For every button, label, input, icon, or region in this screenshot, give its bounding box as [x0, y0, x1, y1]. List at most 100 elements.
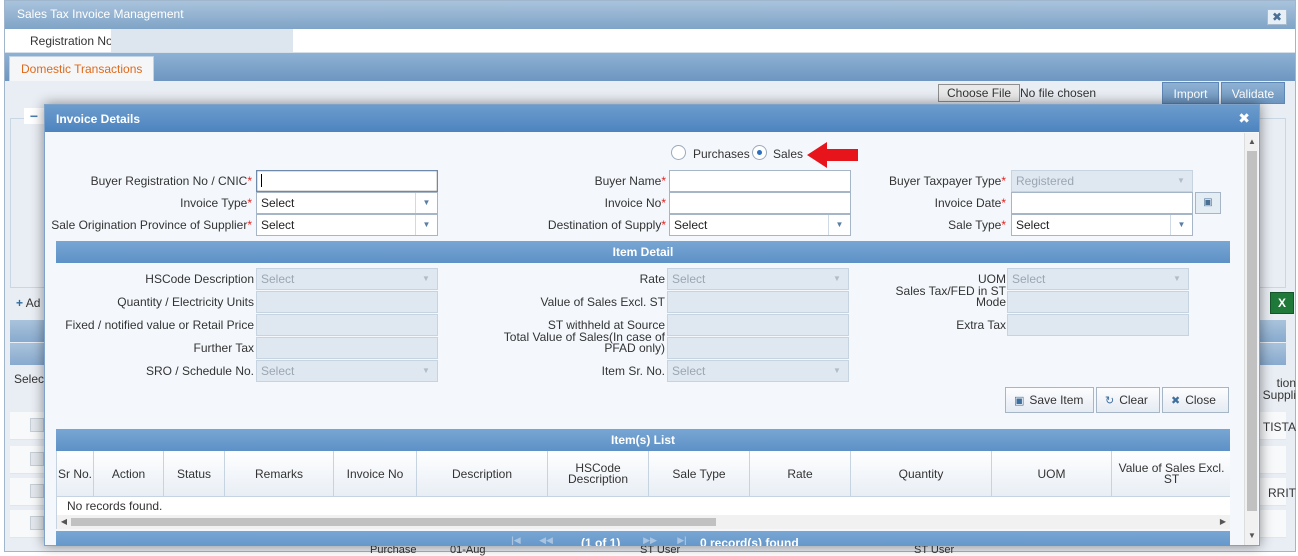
- scroll-left-icon[interactable]: ◀: [57, 515, 71, 529]
- window-close-icon[interactable]: ✖: [1267, 9, 1287, 25]
- total-value-input[interactable]: [667, 337, 849, 359]
- excel-export-icon[interactable]: X: [1270, 292, 1294, 314]
- sale-type-value: Select: [1016, 218, 1050, 232]
- destination-select[interactable]: Select ▼: [669, 214, 851, 236]
- red-arrow-icon: [807, 142, 858, 168]
- uom-select[interactable]: Select ▼: [1007, 268, 1189, 290]
- scroll-down-icon[interactable]: ▼: [1245, 529, 1259, 543]
- hscode-description-select[interactable]: Select ▼: [256, 268, 438, 290]
- column-header[interactable]: Invoice No: [334, 451, 417, 497]
- background-col-text-2: Suppli: [1262, 388, 1296, 402]
- save-item-label: Save Item: [1029, 393, 1084, 407]
- buyer-name-label: Buyer Name*: [594, 174, 666, 188]
- save-item-button[interactable]: ▣ Save Item: [1005, 387, 1094, 413]
- refresh-icon: ↻: [1105, 395, 1115, 407]
- further-tax-input[interactable]: [256, 337, 438, 359]
- dialog-body: Purchases Sales Buyer Registration No / …: [45, 132, 1245, 546]
- registration-row: Registration No: [5, 29, 1295, 53]
- item-sr-no-select[interactable]: Select ▼: [667, 360, 849, 382]
- fixed-value-input[interactable]: [256, 314, 438, 336]
- calendar-icon[interactable]: ▣: [1195, 192, 1221, 214]
- column-header[interactable]: Description: [417, 451, 548, 497]
- dialog-vertical-scrollbar[interactable]: ▲ ▼: [1244, 133, 1258, 545]
- column-header[interactable]: HSCode Description: [548, 451, 649, 497]
- sales-tax-fed-label: Sales Tax/FED in ST Mode: [895, 284, 1006, 309]
- next-page-icon[interactable]: ▶▶: [636, 535, 664, 546]
- chevron-down-icon: ▼: [1173, 274, 1181, 283]
- column-header[interactable]: Action: [94, 451, 164, 497]
- column-header[interactable]: Sr No.: [57, 451, 94, 497]
- destination-value: Select: [674, 218, 708, 232]
- pagination-bar: |◀ ◀◀ (1 of 1) ▶▶ ▶| 0 record(s) found: [56, 531, 1230, 546]
- rate-select[interactable]: Select ▼: [667, 268, 849, 290]
- extra-tax-label: Extra Tax: [956, 318, 1006, 332]
- scroll-right-icon[interactable]: ▶: [1216, 515, 1230, 529]
- clear-button[interactable]: ↻ Clear: [1096, 387, 1160, 413]
- chevron-down-icon: ▼: [833, 274, 841, 283]
- dialog-close-icon[interactable]: ✖: [1238, 110, 1250, 127]
- sale-origination-select[interactable]: Select ▼: [256, 214, 438, 236]
- first-page-icon[interactable]: |◀: [502, 535, 530, 546]
- chevron-down-icon: ▼: [828, 215, 850, 235]
- buyer-taxpayer-type-select[interactable]: Registered ▼: [1011, 170, 1193, 192]
- table-horizontal-scrollbar[interactable]: ◀ ▶: [57, 515, 1230, 529]
- scroll-up-icon[interactable]: ▲: [1245, 135, 1259, 149]
- buyer-registration-input[interactable]: [256, 170, 438, 192]
- choose-file-button[interactable]: Choose File: [938, 84, 1021, 102]
- plus-icon: +: [16, 296, 24, 310]
- invoice-date-input[interactable]: [1011, 192, 1193, 214]
- quantity-input[interactable]: [256, 291, 438, 313]
- buyer-taxpayer-type-value: Registered: [1016, 174, 1075, 188]
- horizontal-scroll-thumb[interactable]: [71, 518, 716, 526]
- chevron-down-icon: ▼: [1170, 215, 1192, 235]
- add-invoice-link[interactable]: + Ad: [16, 296, 40, 310]
- invoice-type-value: Select: [261, 196, 295, 210]
- sales-radio-label: Sales: [773, 147, 804, 161]
- invoice-type-select[interactable]: Select ▼: [256, 192, 438, 214]
- item-sr-no-value: Select: [672, 364, 706, 378]
- close-button[interactable]: ✖ Close: [1162, 387, 1229, 413]
- sales-tax-fed-input[interactable]: [1007, 291, 1189, 313]
- last-page-icon[interactable]: ▶|: [668, 535, 696, 546]
- close-icon: ✖: [1171, 395, 1181, 407]
- clear-label: Clear: [1119, 393, 1148, 407]
- row-checkbox[interactable]: [30, 484, 44, 498]
- row-checkbox[interactable]: [30, 452, 44, 466]
- extra-tax-input[interactable]: [1007, 314, 1189, 336]
- save-icon: ▣: [1014, 395, 1025, 407]
- background-select-label: Selec: [14, 372, 45, 386]
- sro-schedule-label: SRO / Schedule No.: [145, 364, 254, 378]
- items-table: Sr No. Action Status Remarks Invoice No …: [56, 451, 1230, 529]
- background-cell-text: TISTA: [1262, 420, 1296, 434]
- empty-message: No records found.: [57, 497, 1230, 515]
- import-button[interactable]: Import: [1162, 82, 1219, 104]
- sales-radio[interactable]: [752, 145, 767, 160]
- close-label: Close: [1185, 393, 1216, 407]
- column-header[interactable]: Quantity: [851, 451, 992, 497]
- column-header[interactable]: Rate: [750, 451, 851, 497]
- destination-label: Destination of Supply*: [547, 218, 666, 232]
- column-header[interactable]: Sale Type: [649, 451, 750, 497]
- hscode-description-value: Select: [261, 272, 295, 286]
- st-withheld-input[interactable]: [667, 314, 849, 336]
- tab-domestic-transactions[interactable]: Domestic Transactions: [9, 56, 155, 81]
- hscode-description-label: HSCode Description: [145, 272, 254, 286]
- items-table-header: Sr No. Action Status Remarks Invoice No …: [57, 451, 1230, 497]
- row-checkbox[interactable]: [30, 516, 44, 530]
- invoice-no-input[interactable]: [669, 192, 851, 214]
- buyer-name-input[interactable]: [669, 170, 851, 192]
- row-checkbox[interactable]: [30, 418, 44, 432]
- purchases-radio[interactable]: [671, 145, 686, 160]
- value-excl-st-input[interactable]: [667, 291, 849, 313]
- column-header[interactable]: Remarks: [225, 451, 334, 497]
- sale-type-select[interactable]: Select ▼: [1011, 214, 1193, 236]
- validate-button[interactable]: Validate: [1221, 82, 1285, 104]
- column-header[interactable]: Value of Sales Excl. ST: [1112, 451, 1231, 497]
- scroll-thumb[interactable]: [1247, 151, 1257, 511]
- further-tax-label: Further Tax: [193, 341, 254, 355]
- column-header[interactable]: UOM: [992, 451, 1112, 497]
- sro-schedule-select[interactable]: Select ▼: [256, 360, 438, 382]
- prev-page-icon[interactable]: ◀◀: [532, 535, 560, 546]
- column-header[interactable]: Status: [164, 451, 225, 497]
- collapse-icon[interactable]: −: [24, 108, 44, 124]
